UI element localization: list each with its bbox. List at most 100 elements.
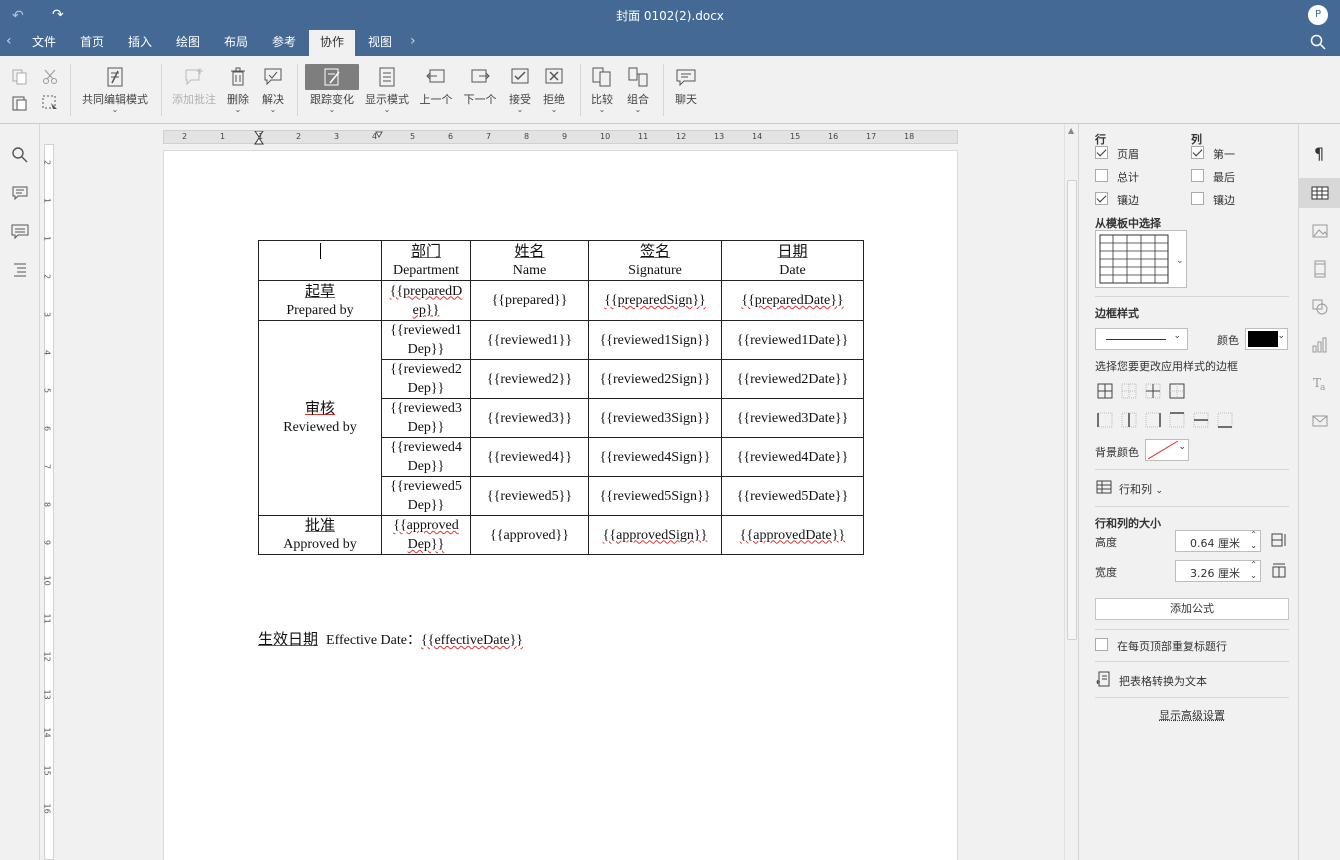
table-template-picker[interactable]: ⌄ bbox=[1095, 230, 1187, 288]
image-settings-icon[interactable] bbox=[1311, 222, 1329, 240]
tab-file[interactable]: 文件 bbox=[28, 30, 60, 56]
table-cell[interactable]: {{reviewed1}} bbox=[471, 321, 589, 360]
table-cell[interactable]: 姓名 Name bbox=[471, 241, 589, 281]
inner-vertical-border-icon[interactable] bbox=[1121, 412, 1137, 428]
no-borders-icon[interactable] bbox=[1121, 383, 1137, 399]
advanced-settings-link[interactable]: 显示高级设置 bbox=[1159, 707, 1225, 723]
table-cell[interactable]: 日期 Date bbox=[722, 241, 864, 281]
table-cell[interactable]: {{reviewed4Sign}} bbox=[589, 438, 722, 477]
inner-horizontal-border-icon[interactable] bbox=[1193, 412, 1209, 428]
next-change-button[interactable]: 下一个 bbox=[462, 66, 498, 107]
banded-columns-checkbox[interactable] bbox=[1191, 192, 1204, 205]
header-row-checkbox[interactable] bbox=[1095, 146, 1108, 159]
table-cell[interactable]: {{reviewed2}} bbox=[471, 360, 589, 399]
tab-home[interactable]: 首页 bbox=[76, 30, 108, 56]
accept-button[interactable]: 接受 ⌄ bbox=[506, 66, 534, 113]
tab-view[interactable]: 视图 bbox=[364, 30, 396, 56]
inner-borders-icon[interactable] bbox=[1145, 383, 1161, 399]
document-canvas[interactable]: 部门 Department 姓名 Name 签名 Signature 日期 Date 起… bbox=[58, 146, 1064, 860]
last-column-checkbox[interactable] bbox=[1191, 169, 1204, 182]
stepper-icon[interactable]: ⌃ ⌄ bbox=[1250, 529, 1257, 551]
tabs-left-arrow-icon[interactable]: ‹ bbox=[6, 33, 12, 49]
tab-collaboration[interactable]: 协作 bbox=[309, 30, 355, 56]
chart-settings-icon[interactable] bbox=[1311, 336, 1329, 354]
table-cell[interactable]: {{reviewed2Date}} bbox=[722, 360, 864, 399]
border-color-picker[interactable]: ⌄ bbox=[1245, 328, 1288, 350]
background-color-picker[interactable]: ⌄ bbox=[1145, 439, 1189, 461]
delete-button[interactable]: 删除 ⌄ bbox=[224, 66, 252, 113]
border-style-select[interactable]: ⌄ bbox=[1095, 328, 1188, 350]
table-cell[interactable]: {{prepared}} bbox=[471, 281, 589, 321]
convert-to-text-button[interactable]: 把表格转换为文本 bbox=[1119, 673, 1207, 689]
track-changes-button[interactable]: 跟踪变化 ⌄ bbox=[304, 66, 360, 113]
table-cell[interactable]: {{reviewed4}} bbox=[471, 438, 589, 477]
table-cell[interactable]: {{reviewed3Date}} bbox=[722, 399, 864, 438]
table-cell[interactable]: {{reviewed5Date}} bbox=[722, 477, 864, 516]
repeat-header-checkbox[interactable] bbox=[1095, 638, 1108, 651]
tabs-right-arrow-icon[interactable]: › bbox=[410, 33, 416, 49]
table-cell[interactable]: {{reviewed2 Dep}} bbox=[382, 360, 471, 399]
document-page[interactable]: 部门 Department 姓名 Name 签名 Signature 日期 Date 起… bbox=[163, 150, 958, 860]
table-settings-icon[interactable] bbox=[1311, 184, 1329, 202]
text-art-icon[interactable]: Ta bbox=[1311, 374, 1329, 392]
table-cell[interactable]: {{reviewed1 Dep}} bbox=[382, 321, 471, 360]
first-column-checkbox[interactable] bbox=[1191, 146, 1204, 159]
column-width-input[interactable]: 3.26 厘米 ⌃ ⌄ bbox=[1175, 560, 1261, 582]
table-cell[interactable]: 审核 Reviewed by bbox=[259, 321, 382, 516]
right-border-icon[interactable] bbox=[1145, 412, 1161, 428]
table-cell[interactable]: {{preparedSign}} bbox=[589, 281, 722, 321]
coedit-mode-button[interactable]: 共同编辑模式 ⌄ bbox=[80, 66, 150, 113]
search-icon[interactable] bbox=[11, 146, 29, 164]
approval-table[interactable]: 部门 Department 姓名 Name 签名 Signature 日期 Date 起… bbox=[258, 240, 864, 555]
table-cell[interactable]: {{approved}} bbox=[471, 516, 589, 555]
outer-borders-icon[interactable] bbox=[1169, 383, 1185, 399]
add-comment-button[interactable]: 添加批注 bbox=[170, 66, 218, 107]
table-cell[interactable]: {{approvedDate}} bbox=[722, 516, 864, 555]
tab-insert[interactable]: 插入 bbox=[124, 30, 156, 56]
table-cell[interactable]: {{approved Dep}} bbox=[382, 516, 471, 555]
rows-columns-dropdown[interactable]: 行和列 ⌄ bbox=[1119, 481, 1163, 497]
bottom-border-icon[interactable] bbox=[1217, 412, 1233, 428]
table-cell[interactable]: {{reviewed4 Dep}} bbox=[382, 438, 471, 477]
effective-date-line[interactable]: 生效日期 Effective Date：{{effectiveDate}} bbox=[258, 628, 523, 649]
distribute-columns-icon[interactable] bbox=[1271, 562, 1287, 578]
paste-icon[interactable] bbox=[11, 94, 29, 112]
cut-icon[interactable] bbox=[41, 68, 59, 86]
comments-icon[interactable] bbox=[11, 184, 29, 202]
previous-change-button[interactable]: 上一个 bbox=[418, 66, 454, 107]
banded-rows-checkbox[interactable] bbox=[1095, 192, 1108, 205]
copy-icon[interactable] bbox=[11, 68, 29, 86]
total-row-checkbox[interactable] bbox=[1095, 169, 1108, 182]
left-border-icon[interactable] bbox=[1097, 412, 1113, 428]
table-cell[interactable]: {{reviewed5 Dep}} bbox=[382, 477, 471, 516]
mail-merge-icon[interactable] bbox=[1311, 412, 1329, 430]
table-cell[interactable]: 部门 Department bbox=[382, 241, 471, 281]
stepper-icon[interactable]: ⌃ ⌄ bbox=[1250, 559, 1257, 581]
navigation-icon[interactable] bbox=[11, 260, 29, 278]
search-icon[interactable] bbox=[1310, 34, 1326, 50]
table-cell[interactable]: {{reviewed3Sign}} bbox=[589, 399, 722, 438]
table-cell[interactable]: {{reviewed2Sign}} bbox=[589, 360, 722, 399]
chat-button[interactable]: 聊天 bbox=[672, 66, 700, 107]
table-cell[interactable]: {{reviewed5}} bbox=[471, 477, 589, 516]
table-cell[interactable]: {{reviewed3 Dep}} bbox=[382, 399, 471, 438]
display-mode-button[interactable]: 显示模式 ⌄ bbox=[363, 66, 411, 113]
distribute-rows-icon[interactable] bbox=[1271, 532, 1287, 548]
tab-references[interactable]: 参考 bbox=[268, 30, 300, 56]
select-all-icon[interactable] bbox=[41, 94, 59, 112]
top-border-icon[interactable] bbox=[1169, 412, 1185, 428]
table-cell[interactable]: {{preparedDate}} bbox=[722, 281, 864, 321]
scrollbar-thumb[interactable] bbox=[1067, 180, 1077, 640]
table-cell[interactable]: 签名 Signature bbox=[589, 241, 722, 281]
table-cell[interactable]: {{approvedSign}} bbox=[589, 516, 722, 555]
header-footer-icon[interactable] bbox=[1311, 260, 1329, 278]
tab-draw[interactable]: 绘图 bbox=[172, 30, 204, 56]
row-height-input[interactable]: 0.64 厘米 ⌃ ⌄ bbox=[1175, 530, 1261, 552]
vertical-scrollbar[interactable]: ▲ bbox=[1064, 124, 1078, 860]
avatar[interactable]: P bbox=[1308, 5, 1328, 25]
table-cell[interactable]: 批准 Approved by bbox=[259, 516, 382, 555]
table-cell[interactable]: 起草 Prepared by bbox=[259, 281, 382, 321]
paragraph-settings-icon[interactable]: ¶ bbox=[1311, 144, 1329, 162]
tab-layout[interactable]: 布局 bbox=[220, 30, 252, 56]
table-cell[interactable]: {{reviewed1Sign}} bbox=[589, 321, 722, 360]
